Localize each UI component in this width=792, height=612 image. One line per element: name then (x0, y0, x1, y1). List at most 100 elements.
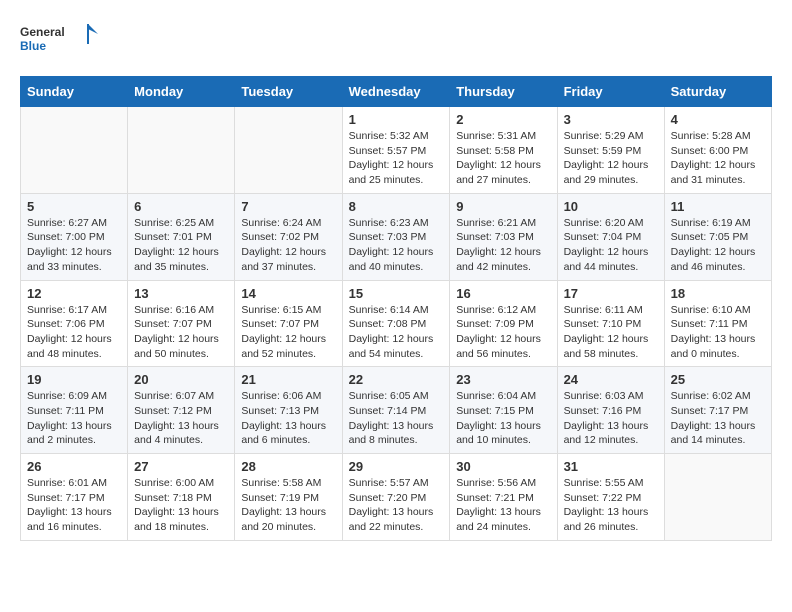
svg-text:Blue: Blue (20, 39, 46, 53)
logo: General Blue (20, 20, 100, 60)
day-number: 19 (27, 372, 121, 387)
day-content: Sunrise: 6:10 AM Sunset: 7:11 PM Dayligh… (671, 303, 765, 362)
day-content: Sunrise: 6:09 AM Sunset: 7:11 PM Dayligh… (27, 389, 121, 448)
calendar-day-cell: 1Sunrise: 5:32 AM Sunset: 5:57 PM Daylig… (342, 107, 450, 194)
day-number: 28 (241, 459, 335, 474)
day-number: 23 (456, 372, 550, 387)
day-content: Sunrise: 6:02 AM Sunset: 7:17 PM Dayligh… (671, 389, 765, 448)
column-header-tuesday: Tuesday (235, 77, 342, 107)
day-content: Sunrise: 6:01 AM Sunset: 7:17 PM Dayligh… (27, 476, 121, 535)
day-content: Sunrise: 6:11 AM Sunset: 7:10 PM Dayligh… (564, 303, 658, 362)
calendar-week-row: 19 Sunrise: 6:09 AM Sunset: 7:11 PM Dayli… (21, 367, 772, 454)
column-header-monday: Monday (128, 77, 235, 107)
calendar-day-cell: 26 Sunrise: 6:01 AM Sunset: 7:17 PM Dayli… (21, 454, 128, 541)
day-content: Sunrise: 6:15 AM Sunset: 7:07 PM Dayligh… (241, 303, 335, 362)
calendar-day-cell (235, 107, 342, 194)
day-number: 11 (671, 199, 765, 214)
calendar-day-cell: 6Sunrise: 6:25 AM Sunset: 7:01 PM Daylig… (128, 193, 235, 280)
day-content: Sunrise: 5:28 AM Sunset: 6:00 PM Dayligh… (671, 129, 765, 188)
calendar-week-row: 26 Sunrise: 6:01 AM Sunset: 7:17 PM Dayli… (21, 454, 772, 541)
calendar-day-cell: 11 Sunrise: 6:19 AM Sunset: 7:05 PM Dayli… (664, 193, 771, 280)
day-number: 18 (671, 286, 765, 301)
day-content: Sunrise: 6:19 AM Sunset: 7:05 PM Dayligh… (671, 216, 765, 275)
column-header-friday: Friday (557, 77, 664, 107)
day-number: 27 (134, 459, 228, 474)
day-content: Sunrise: 6:00 AM Sunset: 7:18 PM Dayligh… (134, 476, 228, 535)
day-number: 8 (349, 199, 444, 214)
day-content: Sunrise: 5:31 AM Sunset: 5:58 PM Dayligh… (456, 129, 550, 188)
calendar-day-cell: 5 Sunrise: 6:27 AM Sunset: 7:00 PM Daylig… (21, 193, 128, 280)
calendar-table: SundayMondayTuesdayWednesdayThursdayFrid… (20, 76, 772, 541)
calendar-day-cell (21, 107, 128, 194)
day-number: 5 (27, 199, 121, 214)
day-content: Sunrise: 6:03 AM Sunset: 7:16 PM Dayligh… (564, 389, 658, 448)
day-number: 21 (241, 372, 335, 387)
calendar-day-cell: 3 Sunrise: 5:29 AM Sunset: 5:59 PM Daylig… (557, 107, 664, 194)
calendar-day-cell: 4 Sunrise: 5:28 AM Sunset: 6:00 PM Daylig… (664, 107, 771, 194)
calendar-day-cell: 15 Sunrise: 6:14 AM Sunset: 7:08 PM Dayli… (342, 280, 450, 367)
day-number: 13 (134, 286, 228, 301)
day-content: Sunrise: 6:06 AM Sunset: 7:13 PM Dayligh… (241, 389, 335, 448)
day-number: 31 (564, 459, 658, 474)
column-header-saturday: Saturday (664, 77, 771, 107)
day-number: 30 (456, 459, 550, 474)
day-number: 10 (564, 199, 658, 214)
day-number: 29 (349, 459, 444, 474)
day-number: 26 (27, 459, 121, 474)
calendar-day-cell: 24 Sunrise: 6:03 AM Sunset: 7:16 PM Dayli… (557, 367, 664, 454)
day-content: Sunrise: 5:57 AM Sunset: 7:20 PM Dayligh… (349, 476, 444, 535)
calendar-day-cell: 20Sunrise: 6:07 AM Sunset: 7:12 PM Dayli… (128, 367, 235, 454)
day-number: 24 (564, 372, 658, 387)
calendar-day-cell: 10 Sunrise: 6:20 AM Sunset: 7:04 PM Dayli… (557, 193, 664, 280)
calendar-day-cell: 7 Sunrise: 6:24 AM Sunset: 7:02 PM Daylig… (235, 193, 342, 280)
calendar-day-cell: 8 Sunrise: 6:23 AM Sunset: 7:03 PM Daylig… (342, 193, 450, 280)
page-header: General Blue (20, 20, 772, 60)
day-number: 12 (27, 286, 121, 301)
day-content: Sunrise: 6:07 AM Sunset: 7:12 PM Dayligh… (134, 389, 228, 448)
general-blue-logo: General Blue (20, 20, 100, 60)
column-header-thursday: Thursday (450, 77, 557, 107)
day-number: 15 (349, 286, 444, 301)
calendar-day-cell: 17 Sunrise: 6:11 AM Sunset: 7:10 PM Dayli… (557, 280, 664, 367)
calendar-day-cell: 27 Sunrise: 6:00 AM Sunset: 7:18 PM Dayli… (128, 454, 235, 541)
day-content: Sunrise: 6:20 AM Sunset: 7:04 PM Dayligh… (564, 216, 658, 275)
day-number: 6 (134, 199, 228, 214)
day-content: Sunrise: 6:14 AM Sunset: 7:08 PM Dayligh… (349, 303, 444, 362)
calendar-day-cell: 14 Sunrise: 6:15 AM Sunset: 7:07 PM Dayli… (235, 280, 342, 367)
day-content: Sunrise: 6:05 AM Sunset: 7:14 PM Dayligh… (349, 389, 444, 448)
day-content: Sunrise: 6:23 AM Sunset: 7:03 PM Dayligh… (349, 216, 444, 275)
calendar-day-cell: 29 Sunrise: 5:57 AM Sunset: 7:20 PM Dayli… (342, 454, 450, 541)
calendar-day-cell (128, 107, 235, 194)
calendar-day-cell: 23 Sunrise: 6:04 AM Sunset: 7:15 PM Dayli… (450, 367, 557, 454)
day-number: 9 (456, 199, 550, 214)
day-content: Sunrise: 6:24 AM Sunset: 7:02 PM Dayligh… (241, 216, 335, 275)
day-content: Sunrise: 6:04 AM Sunset: 7:15 PM Dayligh… (456, 389, 550, 448)
day-number: 25 (671, 372, 765, 387)
day-number: 7 (241, 199, 335, 214)
day-number: 2 (456, 112, 550, 127)
calendar-day-cell: 25 Sunrise: 6:02 AM Sunset: 7:17 PM Dayli… (664, 367, 771, 454)
day-content: Sunrise: 5:58 AM Sunset: 7:19 PM Dayligh… (241, 476, 335, 535)
day-number: 22 (349, 372, 444, 387)
day-content: Sunrise: 6:16 AM Sunset: 7:07 PM Dayligh… (134, 303, 228, 362)
day-content: Sunrise: 5:32 AM Sunset: 5:57 PM Dayligh… (349, 129, 444, 188)
calendar-day-cell: 31 Sunrise: 5:55 AM Sunset: 7:22 PM Dayli… (557, 454, 664, 541)
day-number: 4 (671, 112, 765, 127)
day-number: 17 (564, 286, 658, 301)
day-number: 14 (241, 286, 335, 301)
calendar-week-row: 1Sunrise: 5:32 AM Sunset: 5:57 PM Daylig… (21, 107, 772, 194)
day-number: 16 (456, 286, 550, 301)
svg-text:General: General (20, 25, 65, 39)
day-number: 3 (564, 112, 658, 127)
column-header-wednesday: Wednesday (342, 77, 450, 107)
day-content: Sunrise: 6:12 AM Sunset: 7:09 PM Dayligh… (456, 303, 550, 362)
calendar-day-cell: 28 Sunrise: 5:58 AM Sunset: 7:19 PM Dayli… (235, 454, 342, 541)
calendar-day-cell: 22 Sunrise: 6:05 AM Sunset: 7:14 PM Dayli… (342, 367, 450, 454)
calendar-day-cell: 13 Sunrise: 6:16 AM Sunset: 7:07 PM Dayli… (128, 280, 235, 367)
calendar-header-row: SundayMondayTuesdayWednesdayThursdayFrid… (21, 77, 772, 107)
day-content: Sunrise: 5:29 AM Sunset: 5:59 PM Dayligh… (564, 129, 658, 188)
day-content: Sunrise: 5:56 AM Sunset: 7:21 PM Dayligh… (456, 476, 550, 535)
day-content: Sunrise: 6:27 AM Sunset: 7:00 PM Dayligh… (27, 216, 121, 275)
calendar-day-cell (664, 454, 771, 541)
day-content: Sunrise: 5:55 AM Sunset: 7:22 PM Dayligh… (564, 476, 658, 535)
